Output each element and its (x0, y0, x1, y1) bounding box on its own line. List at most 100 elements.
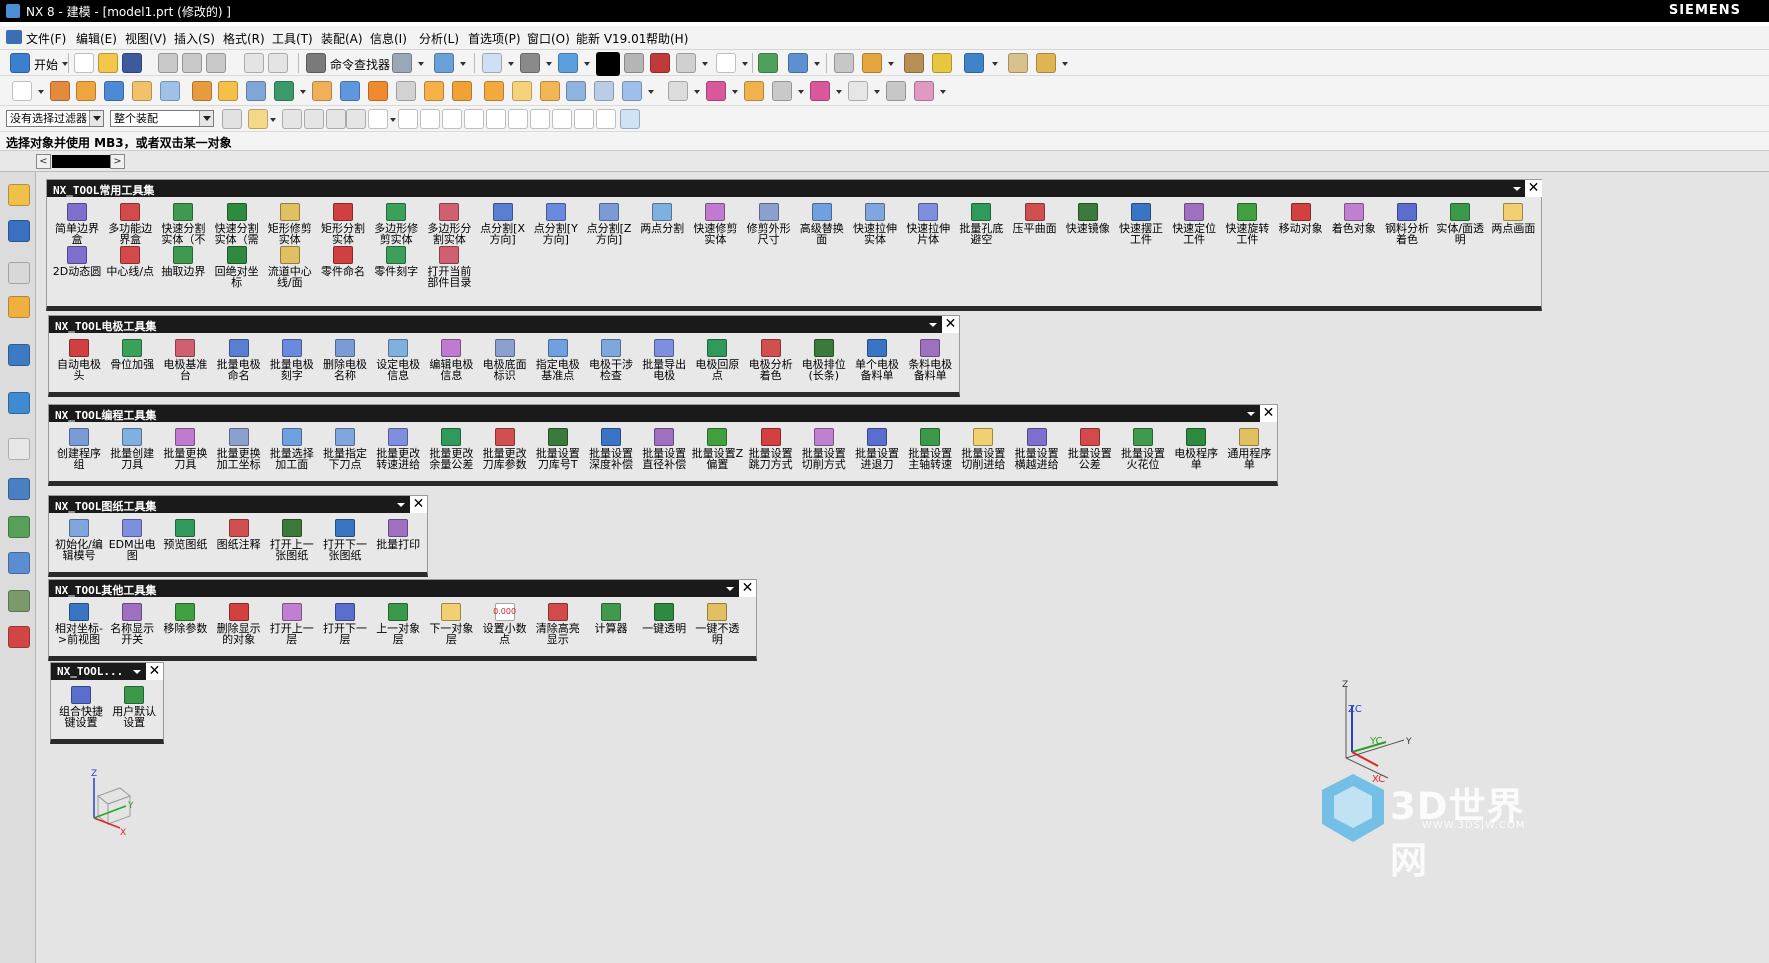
dropdown-icon[interactable] (836, 90, 842, 94)
tool-button[interactable]: 批量设置跳刀方式 (745, 425, 797, 475)
cylinder-icon[interactable] (132, 81, 152, 101)
block-icon[interactable] (104, 81, 124, 101)
tool-button[interactable]: 名称显示开关 (106, 600, 158, 650)
menu-format[interactable]: 格式(R) (223, 30, 265, 47)
tool-button[interactable]: 上一对象层 (372, 600, 424, 650)
tool-button[interactable]: 相对坐标->前视图 (53, 600, 105, 650)
tool-button[interactable]: 打开上一张图纸 (266, 516, 318, 566)
tool-button[interactable]: 批量设置横越进给 (1011, 425, 1063, 475)
command-finder-button[interactable]: 命令查找器 (330, 56, 390, 73)
constraint-navigator-icon[interactable] (8, 220, 30, 242)
tool-button[interactable]: 钢料分析着色 (1381, 200, 1433, 250)
extrude-icon[interactable] (50, 81, 70, 101)
snap-end-icon[interactable] (420, 109, 440, 129)
filter-reset-icon[interactable] (222, 109, 242, 129)
close-icon[interactable]: ✕ (1525, 180, 1542, 197)
resize-face-icon[interactable] (886, 81, 906, 101)
dropdown-icon[interactable] (940, 90, 946, 94)
orient-view-icon[interactable] (558, 53, 578, 73)
draft-angle-icon[interactable] (1036, 53, 1056, 73)
tool-button[interactable]: 批量更改余量公差 (425, 425, 477, 475)
background-icon[interactable] (716, 53, 736, 73)
system-materials-icon[interactable] (8, 478, 30, 500)
tool-button[interactable]: 中心线/点 (104, 243, 156, 293)
manufacturing-wizards-icon[interactable] (8, 552, 30, 574)
dropdown-icon[interactable] (798, 90, 804, 94)
tool-button[interactable]: 回绝对坐标 (211, 243, 263, 293)
menu-edit[interactable]: 编辑(E) (76, 30, 117, 47)
snap-midpoint-icon[interactable] (442, 109, 462, 129)
move-face-icon[interactable] (744, 81, 764, 101)
tool-button[interactable]: 快速修剪实体 (689, 200, 741, 250)
menu-plugin[interactable]: 能新 V19.01 (576, 30, 646, 47)
tool-button[interactable]: 电极基准台 (159, 336, 211, 386)
system-scene-icon[interactable] (8, 626, 30, 648)
play-analysis-icon[interactable] (964, 53, 984, 73)
section-view-icon[interactable] (624, 53, 644, 73)
snap-control-icon[interactable] (464, 109, 484, 129)
menu-tools[interactable]: 工具(T) (272, 30, 313, 47)
dropdown-icon[interactable] (270, 118, 276, 122)
tool-button[interactable]: 骨位加强 (106, 336, 158, 386)
snap-toggle-icon[interactable] (398, 109, 418, 129)
dropdown-icon[interactable] (702, 62, 708, 66)
snap-intersect-icon[interactable] (486, 109, 506, 129)
dropdown-icon[interactable] (648, 90, 654, 94)
new-file-icon[interactable] (74, 53, 94, 73)
history-icon[interactable] (8, 438, 30, 460)
menu-view[interactable]: 视图(V) (125, 30, 167, 47)
tool-button[interactable]: 批量指定下刀点 (319, 425, 371, 475)
trim-body-icon[interactable] (396, 81, 416, 101)
assembly-load-icon[interactable] (392, 53, 412, 73)
tool-button[interactable]: 电极程序单 (1170, 425, 1222, 475)
dropdown-icon[interactable] (992, 62, 998, 66)
tool-button[interactable]: 批量导出电极 (638, 336, 690, 386)
snap-on-curve-icon[interactable] (574, 109, 594, 129)
tool-button[interactable]: 批量选择加工面 (266, 425, 318, 475)
tool-button[interactable]: 快速拉伸实体 (849, 200, 901, 250)
scroll-right-icon[interactable]: > (110, 154, 125, 169)
tool-button[interactable]: 零件刻字 (370, 243, 422, 293)
tool-button[interactable]: 组合快捷键设置 (55, 683, 107, 733)
fit-view-icon[interactable] (482, 53, 502, 73)
chevron-down-icon[interactable] (1243, 405, 1259, 422)
menu-preferences[interactable]: 首选项(P) (468, 30, 521, 47)
process-studio-icon[interactable] (8, 516, 30, 538)
sphere-icon[interactable] (160, 81, 180, 101)
thicken-icon[interactable] (594, 81, 614, 101)
tool-button[interactable]: 快速镜像 (1062, 200, 1114, 250)
sketch-icon[interactable] (12, 81, 32, 101)
tool-button[interactable]: 条料电极备料单 (904, 336, 956, 386)
edge-select-icon[interactable] (346, 109, 366, 129)
tool-button[interactable]: 移动对象 (1275, 200, 1327, 250)
tool-button[interactable]: 批量设置深度补偿 (585, 425, 637, 475)
intersect-icon[interactable] (368, 81, 388, 101)
tool-button[interactable]: 批量设置公差 (1064, 425, 1116, 475)
tool-button[interactable]: 一键透明 (638, 600, 690, 650)
rotate-view-icon[interactable] (520, 53, 540, 73)
tool-button[interactable]: 0.000 设置小数点 (479, 600, 531, 650)
tool-button[interactable]: 点分割[Y方向] (530, 200, 582, 250)
tool-button[interactable]: 快速定位工件 (1168, 200, 1220, 250)
menu-window[interactable]: 窗口(O) (527, 30, 570, 47)
close-icon[interactable]: ✕ (146, 663, 163, 680)
close-icon[interactable]: ✕ (739, 580, 756, 597)
unite-icon[interactable] (312, 81, 332, 101)
dropdown-icon[interactable] (874, 90, 880, 94)
tool-button[interactable]: 批量设置刀库号T (532, 425, 584, 475)
delete-face-icon[interactable] (810, 81, 830, 101)
tool-button[interactable]: 批量设置主轴转速 (904, 425, 956, 475)
menu-analysis[interactable]: 分析(L) (419, 30, 459, 47)
tool-button[interactable]: 设定电极信息 (372, 336, 424, 386)
tool-button[interactable]: 删除显示的对象 (213, 600, 265, 650)
chamfer-icon[interactable] (484, 81, 504, 101)
tool-button[interactable]: 删除电极名称 (319, 336, 371, 386)
snap-existing-point-icon[interactable] (552, 109, 572, 129)
tool-button[interactable]: 批量设置直径补偿 (638, 425, 690, 475)
tool-button[interactable]: 实体/面透明 (1434, 200, 1486, 250)
ruler-icon[interactable] (1008, 53, 1028, 73)
tool-button[interactable]: 预览图纸 (159, 516, 211, 566)
dropdown-icon[interactable] (694, 90, 700, 94)
paste-icon[interactable] (206, 53, 226, 73)
tool-button[interactable]: 两点分割 (636, 200, 688, 250)
